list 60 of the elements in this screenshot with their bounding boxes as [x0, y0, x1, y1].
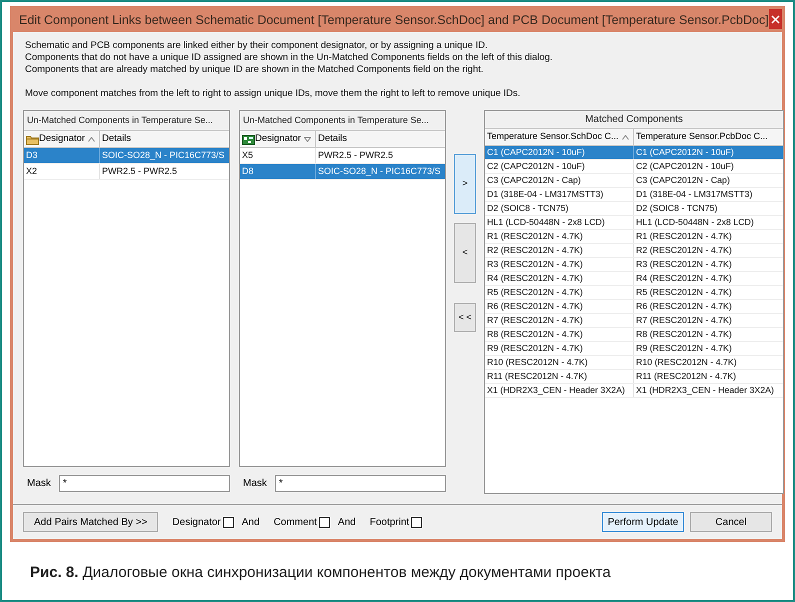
list-row[interactable]: R2 (RESC2012N - 4.7K) R2 (RESC2012N - 4.7K) [485, 244, 783, 258]
list-row[interactable]: R11 (RESC2012N - 4.7K) R11 (RESC2012N - 4.7K) [485, 370, 783, 384]
list-row[interactable]: X2 PWR2.5 - PWR2.5 [24, 164, 229, 180]
add-pairs-button[interactable]: Add Pairs Matched By >> [23, 512, 158, 532]
list-row[interactable]: R3 (RESC2012N - 4.7K) R3 (RESC2012N - 4.7K) [485, 258, 783, 272]
intro-text: Components that do not have a unique ID assigned are shown in the Un-Matched Components fields on the left of this dialog. [25, 52, 554, 64]
list-row[interactable]: HL1 (LCD-50448N - 2x8 LCD) HL1 (LCD-50448N - 2x8 LCD) [485, 216, 783, 230]
list-row[interactable]: R7 (RESC2012N - 4.7K) R7 (RESC2012N - 4.7K) [485, 314, 783, 328]
list-row[interactable]: D1 (318E-04 - LM317MSTT3) D1 (318E-04 - LM317MSTT3) [485, 188, 783, 202]
sort-descending-icon [304, 136, 311, 142]
list-row[interactable]: D2 (SOIC8 - TCN75) D2 (SOIC8 - TCN75) [485, 202, 783, 216]
list-row[interactable]: C2 (CAPC2012N - 10uF) C2 (CAPC2012N - 10uF) [485, 160, 783, 174]
sort-ascending-icon [88, 136, 95, 142]
checkbox[interactable] [318, 516, 330, 528]
column-header[interactable]: Designator [240, 131, 316, 147]
list-row[interactable]: R5 (RESC2012N - 4.7K) R5 (RESC2012N - 4.7K) [485, 286, 783, 300]
sort-ascending-icon [622, 134, 630, 140]
dialog-button[interactable]: Cancel [690, 512, 772, 532]
list-title: Matched Components [485, 111, 783, 129]
move-button[interactable]: < [454, 223, 476, 283]
list-row[interactable]: C3 (CAPC2012N - Cap) C3 (CAPC2012N - Cap) [485, 174, 783, 188]
window-title: Edit Component Links between Schematic Document [Temperature Sensor.SchDoc] and PCB Document [Temperature Sensor.PcbDoc] [18, 12, 769, 30]
folder-icon [26, 134, 39, 144]
list-row[interactable]: R1 (RESC2012N - 4.7K) R1 (RESC2012N - 4.7K) [485, 230, 783, 244]
list-row[interactable]: C1 (CAPC2012N - 10uF) C1 (CAPC2012N - 10uF) [485, 146, 783, 160]
list-row[interactable]: X1 (HDR2X3_CEN - Header 3X2A) X1 (HDR2X3_CEN - Header 3X2A) [485, 384, 783, 398]
checkbox-label: Footprint [370, 516, 410, 530]
and-label: And [338, 516, 356, 530]
and-label: And [242, 516, 260, 530]
close-icon [770, 14, 780, 24]
column-header[interactable]: Details [100, 131, 229, 147]
list-title: Un-Matched Components in Temperature Se... [24, 111, 229, 131]
list-row[interactable]: D8 SOIC-SO28_N - PIC16C773/S [240, 164, 445, 180]
checkbox-label: Comment [274, 516, 317, 530]
intro-text: Move component matches from the left to right to assign unique IDs, move them the right to left to remove unique IDs. [25, 88, 522, 100]
checkbox[interactable] [411, 516, 422, 528]
mask-field[interactable]: * [274, 475, 446, 492]
mask-label: Mask [26, 477, 51, 491]
figure-caption: Рис. 8. Диалоговые окна синхронизации компонентов между документами проекта [29, 563, 612, 583]
checkbox-label: Designator [172, 516, 221, 530]
checkbox[interactable] [222, 516, 234, 528]
mask-label: Mask [242, 477, 267, 491]
intro-text: Components that are already matched by unique ID are shown in the Matched Components field on the right. [25, 64, 484, 76]
list-row[interactable]: R8 (RESC2012N - 4.7K) R8 (RESC2012N - 4.7K) [485, 328, 783, 342]
intro-text: Schematic and PCB components are linked either by their component designator, or by assigning a unique ID. [25, 40, 489, 52]
dialog-button[interactable]: Perform Update [602, 512, 684, 532]
list-row[interactable]: R10 (RESC2012N - 4.7K) R10 (RESC2012N - 4.7K) [485, 356, 783, 370]
column-header[interactable]: Temperature Sensor.SchDoc C... [485, 129, 634, 145]
move-button[interactable]: > [454, 154, 476, 214]
move-button[interactable]: < < [454, 303, 476, 332]
list-row[interactable]: R6 (RESC2012N - 4.7K) R6 (RESC2012N - 4.7K) [485, 300, 783, 314]
list-row[interactable]: R4 (RESC2012N - 4.7K) R4 (RESC2012N - 4.7K) [485, 272, 783, 286]
column-header[interactable]: Details [316, 131, 445, 147]
close-button[interactable] [768, 9, 782, 29]
list-row[interactable]: R9 (RESC2012N - 4.7K) R9 (RESC2012N - 4.7K) [485, 342, 783, 356]
column-header[interactable]: Designator [24, 131, 100, 147]
list-title: Un-Matched Components in Temperature Se... [240, 111, 445, 131]
mask-field[interactable]: * [58, 475, 230, 492]
column-header[interactable]: Temperature Sensor.PcbDoc C... [634, 129, 783, 145]
list-row[interactable]: D3 SOIC-SO28_N - PIC16C773/S [24, 148, 229, 164]
